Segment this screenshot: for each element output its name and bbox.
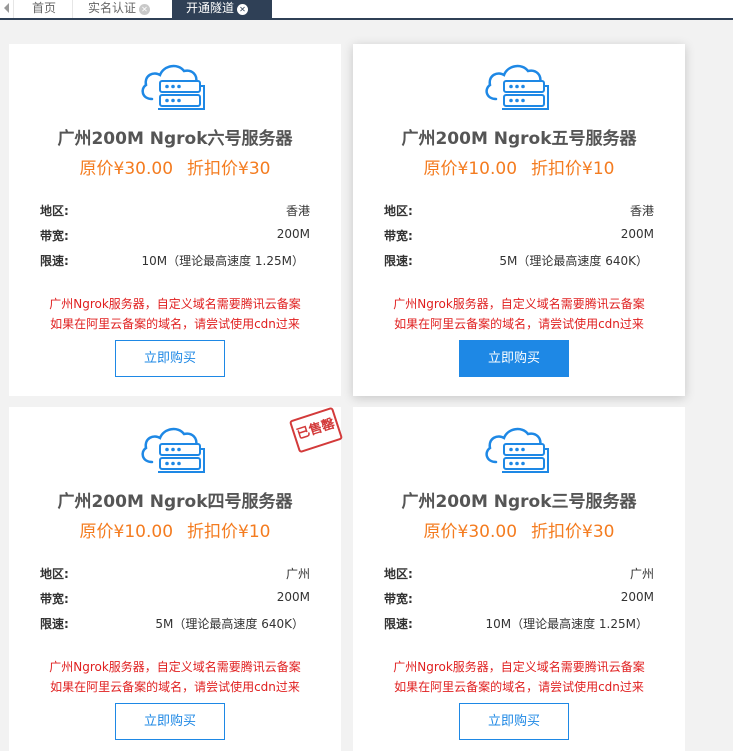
buy-now-button[interactable]: 立即购买 bbox=[459, 703, 569, 740]
spec-label: 限速: bbox=[40, 617, 69, 631]
spec-row-region: 地区: 广州 bbox=[384, 565, 654, 590]
buy-now-button[interactable]: 立即购买 bbox=[115, 703, 225, 740]
spec-row-speed: 限速: 5M（理论最高速度 640K） bbox=[40, 615, 310, 640]
spec-row-region: 地区: 香港 bbox=[384, 202, 654, 227]
spec-row-region: 地区: 香港 bbox=[40, 202, 310, 227]
spec-row-bandwidth: 带宽: 200M bbox=[40, 590, 310, 615]
tab-open-tunnel[interactable]: 开通隧道 ✕ bbox=[172, 0, 272, 18]
tab-real-name-auth[interactable]: 实名认证 ✕ bbox=[88, 0, 160, 18]
notice-text: 广州Ngrok服务器，自定义域名需要腾讯云备案 如果在阿里云备案的域名，请尝试使… bbox=[9, 657, 341, 697]
spec-label: 带宽: bbox=[384, 229, 413, 243]
tab-label: 实名认证 bbox=[88, 1, 137, 15]
spec-value: 5M（理论最高速度 640K） bbox=[155, 617, 304, 631]
original-price: 原价¥10.00 bbox=[423, 159, 518, 179]
tab-bar: 首页 实名认证 ✕ 开通隧道 ✕ bbox=[0, 0, 733, 20]
spec-list: 地区: 广州 带宽: 200M 限速: 10M（理论最高速度 1.25M） bbox=[384, 565, 654, 640]
discount-price: 折扣价¥30 bbox=[187, 159, 271, 179]
price-line: 原价¥10.00 折扣价¥10 bbox=[353, 154, 685, 179]
spec-value: 200M bbox=[276, 590, 310, 604]
spec-label: 地区: bbox=[40, 567, 69, 581]
spec-value: 香港 bbox=[629, 204, 654, 218]
cloud-server-icon bbox=[9, 59, 341, 113]
notice-line: 如果在阿里云备案的域名，请尝试使用cdn过来 bbox=[394, 680, 644, 694]
cloud-server-icon bbox=[353, 59, 685, 113]
notice-line: 广州Ngrok服务器，自定义域名需要腾讯云备案 bbox=[49, 660, 301, 674]
tab-label: 开通隧道 bbox=[186, 1, 235, 15]
tab-label: 首页 bbox=[32, 1, 57, 15]
price-line: 原价¥30.00 折扣价¥30 bbox=[9, 154, 341, 179]
spec-row-speed: 限速: 5M（理论最高速度 640K） bbox=[384, 252, 654, 277]
server-card: 广州200M Ngrok四号服务器 原价¥10.00 折扣价¥10 地区: 广州 … bbox=[9, 406, 344, 751]
spec-value: 200M bbox=[276, 227, 310, 241]
spec-row-region: 地区: 广州 bbox=[40, 565, 310, 590]
spec-row-bandwidth: 带宽: 200M bbox=[384, 227, 654, 252]
notice-line: 如果在阿里云备案的域名，请尝试使用cdn过来 bbox=[50, 317, 300, 331]
server-card: 广州200M Ngrok五号服务器 原价¥10.00 折扣价¥10 地区: 香港 … bbox=[353, 44, 685, 396]
discount-price: 折扣价¥10 bbox=[531, 159, 615, 179]
spec-label: 带宽: bbox=[40, 592, 69, 606]
spec-value: 200M bbox=[620, 227, 654, 241]
buy-now-button[interactable]: 立即购买 bbox=[115, 340, 225, 377]
spec-label: 限速: bbox=[384, 617, 413, 631]
notice-line: 广州Ngrok服务器，自定义域名需要腾讯云备案 bbox=[393, 660, 645, 674]
server-title: 广州200M Ngrok六号服务器 bbox=[57, 129, 293, 149]
notice-line: 广州Ngrok服务器，自定义域名需要腾讯云备案 bbox=[49, 297, 301, 311]
close-icon[interactable]: ✕ bbox=[237, 4, 249, 15]
cloud-server-icon bbox=[353, 422, 685, 476]
spec-label: 带宽: bbox=[40, 229, 69, 243]
spec-value: 香港 bbox=[285, 204, 310, 218]
notice-text: 广州Ngrok服务器，自定义域名需要腾讯云备案 如果在阿里云备案的域名，请尝试使… bbox=[9, 294, 341, 334]
spec-value: 10M（理论最高速度 1.25M） bbox=[141, 254, 304, 268]
original-price: 原价¥30.00 bbox=[79, 159, 174, 179]
spec-value: 200M bbox=[620, 590, 654, 604]
server-card: 广州200M Ngrok三号服务器 原价¥30.00 折扣价¥30 地区: 广州 … bbox=[353, 407, 685, 751]
spec-list: 地区: 香港 带宽: 200M 限速: 5M（理论最高速度 640K） bbox=[384, 202, 654, 277]
price-line: 原价¥30.00 折扣价¥30 bbox=[353, 517, 685, 542]
original-price: 原价¥10.00 bbox=[79, 522, 174, 542]
spec-label: 限速: bbox=[384, 254, 413, 268]
server-title: 广州200M Ngrok五号服务器 bbox=[401, 129, 637, 149]
spec-value: 5M（理论最高速度 640K） bbox=[499, 254, 648, 268]
discount-price: 折扣价¥30 bbox=[531, 522, 615, 542]
tab-divider bbox=[72, 0, 73, 18]
close-icon[interactable]: ✕ bbox=[139, 4, 151, 15]
spec-label: 地区: bbox=[384, 204, 413, 218]
notice-text: 广州Ngrok服务器，自定义域名需要腾讯云备案 如果在阿里云备案的域名，请尝试使… bbox=[353, 657, 685, 697]
price-line: 原价¥10.00 折扣价¥10 bbox=[9, 517, 341, 542]
spec-label: 带宽: bbox=[384, 592, 413, 606]
spec-row-speed: 限速: 10M（理论最高速度 1.25M） bbox=[40, 252, 310, 277]
spec-label: 地区: bbox=[384, 567, 413, 581]
server-title: 广州200M Ngrok四号服务器 bbox=[57, 492, 293, 512]
spec-value: 广州 bbox=[285, 567, 310, 581]
spec-label: 地区: bbox=[40, 204, 69, 218]
spec-value: 广州 bbox=[629, 567, 654, 581]
spec-list: 地区: 广州 带宽: 200M 限速: 5M（理论最高速度 640K） bbox=[40, 565, 310, 640]
server-card: 广州200M Ngrok六号服务器 原价¥30.00 折扣价¥30 地区: 香港 … bbox=[9, 44, 341, 396]
notice-line: 如果在阿里云备案的域名，请尝试使用cdn过来 bbox=[394, 317, 644, 331]
original-price: 原价¥30.00 bbox=[423, 522, 518, 542]
notice-text: 广州Ngrok服务器，自定义域名需要腾讯云备案 如果在阿里云备案的域名，请尝试使… bbox=[353, 294, 685, 334]
buy-now-button[interactable]: 立即购买 bbox=[459, 340, 569, 377]
spec-value: 10M（理论最高速度 1.25M） bbox=[485, 617, 648, 631]
notice-line: 广州Ngrok服务器，自定义域名需要腾讯云备案 bbox=[393, 297, 645, 311]
tab-home[interactable]: 首页 bbox=[32, 0, 62, 18]
discount-price: 折扣价¥10 bbox=[187, 522, 271, 542]
spec-row-speed: 限速: 10M（理论最高速度 1.25M） bbox=[384, 615, 654, 640]
spec-row-bandwidth: 带宽: 200M bbox=[384, 590, 654, 615]
tab-scroll-left-button[interactable] bbox=[0, 0, 14, 18]
server-title: 广州200M Ngrok三号服务器 bbox=[401, 492, 637, 512]
spec-row-bandwidth: 带宽: 200M bbox=[40, 227, 310, 252]
spec-list: 地区: 香港 带宽: 200M 限速: 10M（理论最高速度 1.25M） bbox=[40, 202, 310, 277]
notice-line: 如果在阿里云备案的域名，请尝试使用cdn过来 bbox=[50, 680, 300, 694]
spec-label: 限速: bbox=[40, 254, 69, 268]
